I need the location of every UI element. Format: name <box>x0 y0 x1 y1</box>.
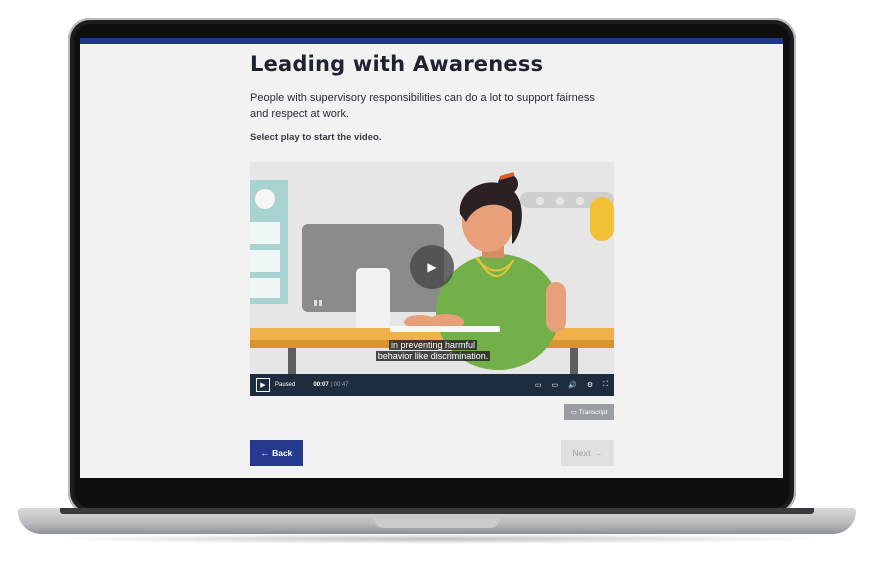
video-caption: in preventing harmful behavior like disc… <box>368 340 498 362</box>
top-accent-bar <box>80 38 783 44</box>
audio-description-icon[interactable]: ▭ <box>535 381 542 389</box>
page-title: Leading with Awareness <box>250 52 544 76</box>
caption-line-1: in preventing harmful <box>388 340 478 350</box>
big-play-button[interactable]: ▶ <box>410 245 454 289</box>
video-controls: ▶ Paused 00:07 | 00:47 ▭ ▭ 🔊 ⚙ ⛶ <box>250 374 614 396</box>
laptop-hinge <box>60 508 814 514</box>
lesson-content: Leading with Awareness People with super… <box>250 52 614 143</box>
play-pause-button[interactable]: ▶ <box>256 378 270 392</box>
play-icon: ▶ <box>427 260 437 274</box>
intro-text: People with supervisory responsibilities… <box>250 92 595 120</box>
closed-captions-icon[interactable]: ▭ <box>551 381 558 389</box>
time-display: 00:07 | 00:47 <box>313 382 348 388</box>
transcript-button[interactable]: ▭ Transcript <box>564 404 614 420</box>
time-separator: | <box>330 382 332 388</box>
chat-bubble-icon: ▭ <box>570 409 577 416</box>
laptop-shadow <box>40 534 834 544</box>
play-icon: ▶ <box>260 382 266 389</box>
volume-icon[interactable]: 🔊 <box>568 381 577 389</box>
fullscreen-icon[interactable]: ⛶ <box>603 381 608 389</box>
next-button[interactable]: Next → <box>561 440 614 466</box>
instruction-text: Select play to start the video. <box>250 132 382 143</box>
current-time: 00:07 <box>313 382 329 388</box>
next-label: Next <box>572 448 591 458</box>
transcript-label: Transcript <box>578 408 608 416</box>
arrow-left-icon: ← <box>260 448 270 458</box>
settings-icon[interactable]: ⚙ <box>587 381 593 389</box>
duration: 00:47 <box>333 382 349 388</box>
back-label: Back <box>272 448 293 458</box>
back-button[interactable]: ← Back <box>250 440 303 466</box>
laptop-screen: Leading with Awareness People with super… <box>80 38 783 478</box>
video-player[interactable]: ▶ in preventing harmful behavior like di… <box>250 162 614 396</box>
arrow-right-icon: → <box>593 448 603 458</box>
laptop-notch <box>374 518 500 528</box>
playback-status: Paused <box>275 382 296 388</box>
caption-line-2: behavior like discrimination. <box>375 351 491 361</box>
right-controls: ▭ ▭ 🔊 ⚙ ⛶ <box>535 381 608 389</box>
